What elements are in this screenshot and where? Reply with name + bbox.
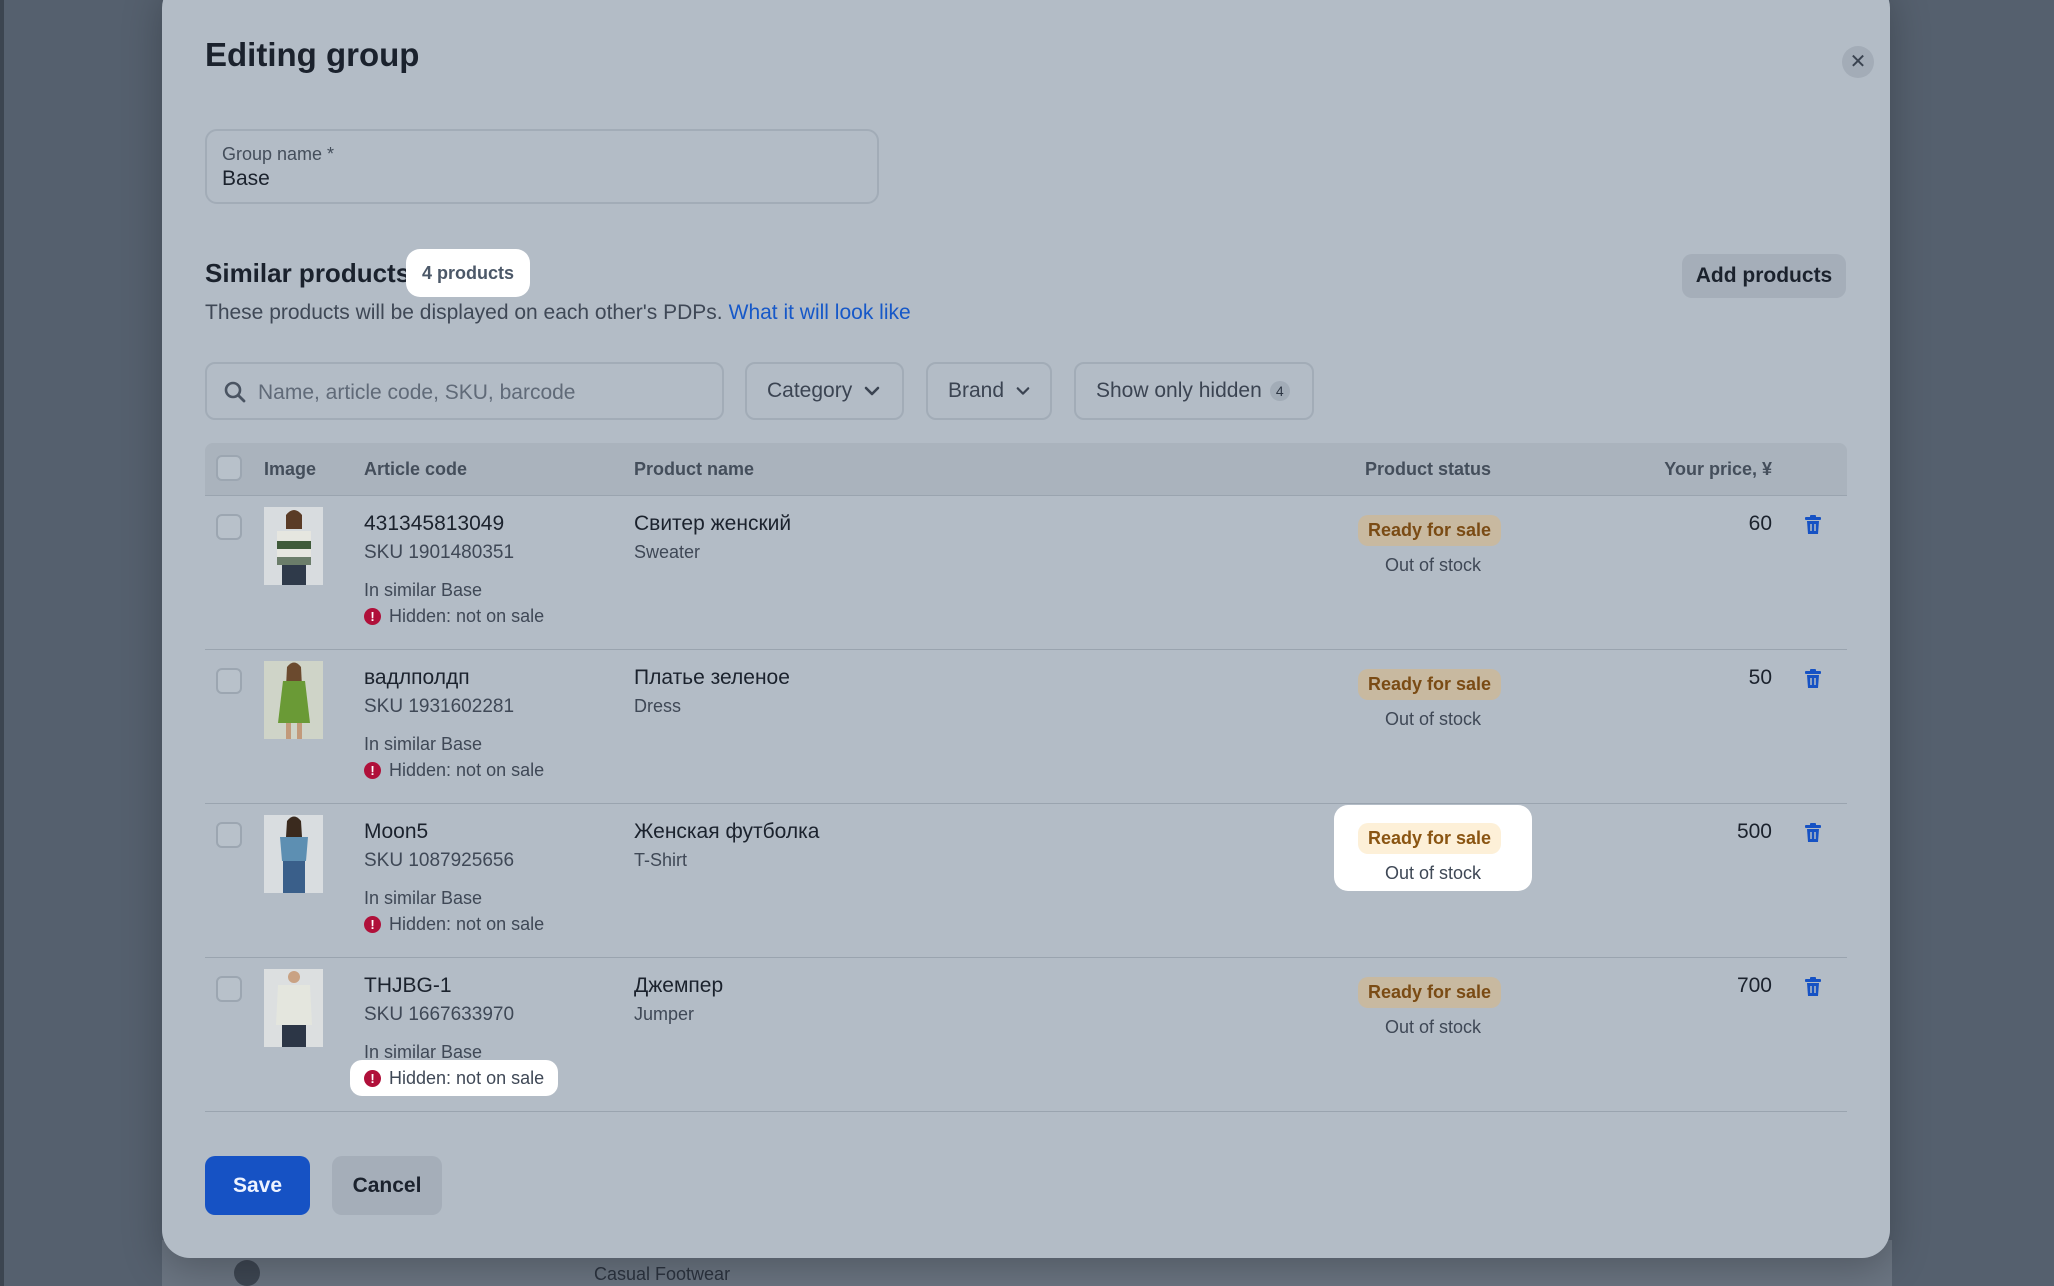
trash-icon[interactable] (1804, 977, 1822, 1002)
sku: SKU 1931602281 (364, 696, 515, 717)
stock-status: Out of stock (1384, 709, 1482, 729)
warning-icon: ! (364, 607, 381, 625)
brand-filter-label: Brand (948, 379, 1005, 402)
products-count-badge: 4 products (406, 249, 530, 297)
table-row: вадлполдп SKU 1931602281 In similar Base… (205, 650, 1847, 804)
section-description: These products will be displayed on each… (205, 301, 911, 325)
product-type: Jumper (634, 1004, 695, 1024)
table-row: THJBG-1 SKU 1667633970 In similar Base !… (205, 958, 1847, 1112)
article-code: 431345813049 (364, 512, 505, 535)
product-status: Ready for sale Out of stock (1334, 497, 1532, 583)
close-button[interactable]: ✕ (1842, 46, 1874, 78)
hidden-status: ! Hidden: not on sale (350, 906, 558, 942)
status-badge: Ready for sale (1358, 669, 1502, 700)
hidden-count-badge: 4 (1269, 381, 1290, 401)
close-icon: ✕ (1849, 51, 1867, 73)
save-button[interactable]: Save (205, 1156, 310, 1215)
search-placeholder: Name, article code, SKU, barcode (258, 381, 576, 404)
sku: SKU 1087925656 (364, 850, 515, 871)
product-status: Ready for sale Out of stock (1334, 959, 1532, 1045)
sku: SKU 1667633970 (364, 1004, 515, 1025)
row-checkbox[interactable] (216, 822, 242, 848)
sku: SKU 1901480351 (364, 542, 515, 563)
header-product-status: Product status (1365, 459, 1492, 479)
product-name: Женская футболка (634, 820, 820, 843)
group-name-field[interactable]: Group name * Base (205, 129, 879, 204)
product-image-dress (264, 661, 323, 739)
category-filter-label: Category (767, 379, 853, 402)
preview-link[interactable]: What it will look like (729, 301, 911, 324)
status-badge: Ready for sale (1358, 515, 1502, 546)
product-type: Dress (634, 696, 682, 716)
group-name-value[interactable]: Base (222, 167, 270, 191)
price: 60 (1748, 512, 1772, 535)
hidden-status: ! Hidden: not on sale (350, 1060, 559, 1096)
status-badge: Ready for sale (1358, 823, 1502, 854)
product-status: Ready for sale Out of stock (1334, 651, 1532, 737)
products-table: Image Article code Product name Product … (205, 443, 1847, 1112)
table-header: Image Article code Product name Product … (205, 443, 1847, 496)
row-checkbox[interactable] (216, 514, 242, 540)
description-text: These products will be displayed on each… (205, 301, 723, 324)
product-name: Джемпер (634, 974, 724, 997)
hidden-status-text: Hidden: not on sale (389, 759, 545, 780)
section-title: Similar products (205, 258, 411, 288)
page-edge (0, 0, 4, 1286)
chevron-down-icon (1016, 387, 1030, 395)
trash-icon[interactable] (1804, 823, 1822, 848)
product-status: Ready for sale Out of stock (1334, 805, 1532, 891)
hidden-status: ! Hidden: not on sale (350, 598, 558, 634)
article-code: THJBG-1 (364, 974, 452, 997)
price: 500 (1736, 820, 1772, 843)
trash-icon[interactable] (1804, 669, 1822, 694)
cancel-button[interactable]: Cancel (332, 1156, 442, 1215)
status-badge: Ready for sale (1358, 977, 1502, 1008)
product-name: Платье зеленое (634, 666, 790, 689)
header-price: Your price, ¥ (1664, 459, 1772, 479)
add-products-button[interactable]: Add products (1682, 254, 1846, 298)
hidden-status-text: Hidden: not on sale (389, 913, 545, 934)
row-checkbox[interactable] (216, 668, 242, 694)
price: 700 (1736, 974, 1772, 997)
show-only-hidden-filter[interactable]: Show only hidden 4 (1074, 362, 1314, 420)
hidden-status-text: Hidden: not on sale (389, 605, 545, 626)
search-input[interactable]: Name, article code, SKU, barcode (205, 362, 724, 420)
modal-title: Editing group (205, 36, 420, 73)
article-code: вадлполдп (364, 666, 470, 689)
table-row: 431345813049 SKU 1901480351 In similar B… (205, 496, 1847, 650)
chevron-down-icon (864, 386, 880, 396)
stock-status: Out of stock (1384, 555, 1482, 575)
table-row: Moon5 SKU 1087925656 In similar Base ! H… (205, 804, 1847, 958)
warning-icon: ! (364, 1069, 381, 1087)
product-type: Sweater (634, 542, 701, 562)
trash-icon[interactable] (1804, 515, 1822, 540)
products-count-text: 4 products (421, 262, 514, 283)
product-name: Свитер женский (634, 512, 792, 535)
price: 50 (1748, 666, 1772, 689)
hidden-status: ! Hidden: not on sale (350, 752, 558, 788)
category-filter[interactable]: Category (745, 362, 904, 420)
backdrop-avatar (234, 1260, 260, 1286)
row-checkbox[interactable] (216, 976, 242, 1002)
brand-filter[interactable]: Brand (926, 362, 1052, 420)
warning-icon: ! (364, 915, 381, 933)
stock-status: Out of stock (1384, 863, 1482, 883)
header-image: Image (264, 459, 317, 479)
stock-status: Out of stock (1384, 1017, 1482, 1037)
backdrop-category: Casual Footwear (594, 1264, 731, 1284)
search-icon (223, 380, 247, 409)
product-image-jumper (264, 969, 323, 1047)
header-article-code: Article code (364, 459, 468, 479)
hidden-status-text: Hidden: not on sale (389, 1067, 545, 1088)
product-type: T-Shirt (634, 850, 688, 870)
product-image-sweater (264, 507, 323, 585)
article-code: Moon5 (364, 820, 429, 843)
header-product-name: Product name (634, 459, 755, 479)
product-image-tshirt (264, 815, 323, 893)
group-name-label: Group name * (222, 144, 335, 164)
show-hidden-label: Show only hidden (1096, 379, 1262, 402)
select-all-checkbox[interactable] (216, 455, 242, 481)
warning-icon: ! (364, 761, 381, 779)
